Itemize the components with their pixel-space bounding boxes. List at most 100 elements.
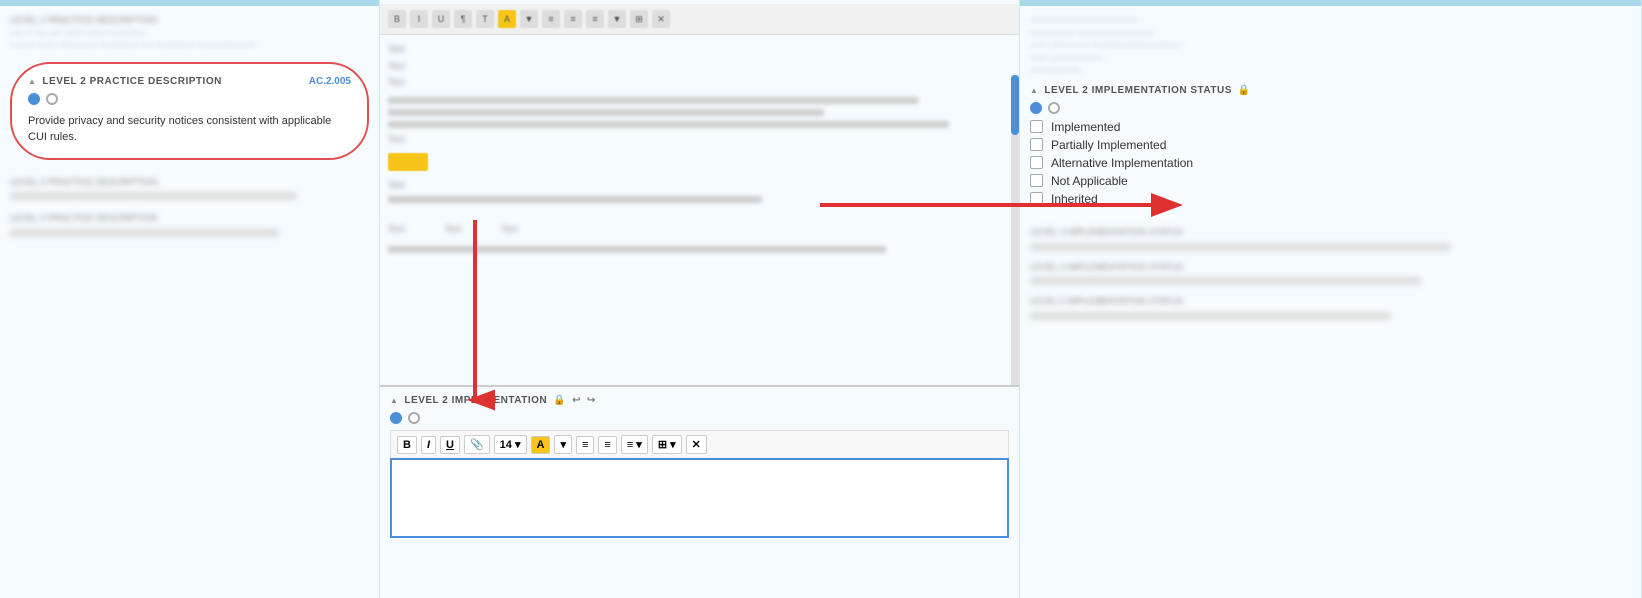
toolbar-btn-dropdown2[interactable]: ▼	[608, 10, 626, 28]
toolbar-btn-dropdown1[interactable]: ▼	[520, 10, 538, 28]
impl-section-label: LEVEL 2 IMPLEMENTATION	[404, 395, 547, 406]
toolbar-btn-p[interactable]: ¶	[454, 10, 472, 28]
blurred-level4-right-block	[1030, 277, 1421, 285]
impl-status-header: ▲ LEVEL 2 IMPLEMENTATION STATUS 🔒	[1030, 85, 1631, 96]
practice-description-text: Provide privacy and security notices con…	[28, 113, 351, 146]
practice-id-link[interactable]: AC.2.005	[309, 76, 351, 87]
scroll-bar[interactable]	[1011, 75, 1019, 385]
toolbar-btn-highlight[interactable]: A	[498, 10, 516, 28]
impl-status-label: LEVEL 2 IMPLEMENTATION STATUS	[1044, 85, 1231, 96]
checkbox-inherited-box[interactable]	[1030, 192, 1043, 205]
impl-status-lock-icon: 🔒	[1238, 85, 1251, 96]
editor-toolbar: B I U ¶ T A ▼ ≡ ≡ ≡ ▼ ⊞ ✕	[380, 4, 1019, 35]
blurred-level3-right: LEVEL 3 IMPLEMENTATION STATUS	[1030, 226, 1631, 239]
editor-line-3: Text	[388, 76, 1011, 89]
toolbar-btn-t[interactable]: T	[476, 10, 494, 28]
impl-radio-filled[interactable]	[390, 412, 402, 424]
highlight-mark	[388, 153, 428, 171]
editor-blur-3	[388, 121, 949, 128]
blurred-level3-label: LEVEL 3 PRACTICE DESCRIPTION	[10, 176, 369, 189]
chevron-icon: ▲	[28, 77, 36, 86]
checkbox-partially: Partially Implemented	[1030, 138, 1631, 152]
checkbox-inherited: Inherited	[1030, 192, 1631, 206]
middle-panel: B I U ¶ T A ▼ ≡ ≡ ≡ ▼ ⊞ ✕ Text Text Text…	[380, 0, 1020, 598]
impl-radio-group	[390, 412, 1009, 424]
checkbox-inherited-label: Inherited	[1051, 192, 1098, 206]
lock-icon: 🔒	[553, 395, 566, 406]
blurred-level4-label: LEVEL 4 PRACTICE DESCRIPTION	[10, 212, 369, 225]
checkbox-alternative-label: Alternative Implementation	[1051, 156, 1193, 170]
blurred-level3-block	[10, 192, 297, 200]
impl-status-chevron: ▲	[1030, 86, 1038, 95]
scroll-thumb[interactable]	[1011, 75, 1019, 135]
impl-radio-empty[interactable]	[408, 412, 420, 424]
redo-icon[interactable]: ↪	[587, 395, 596, 406]
checkbox-implemented-label: Implemented	[1051, 120, 1120, 134]
left-panel-header-bar	[0, 0, 379, 6]
impl-btn-clip[interactable]: 📎	[464, 435, 490, 454]
checkbox-implemented-box[interactable]	[1030, 120, 1043, 133]
blurred-top-right: ───────────────── ─────── ──────────── ─…	[1030, 14, 1631, 77]
toolbar-btn-i[interactable]: I	[410, 10, 428, 28]
blurred-level4-right: LEVEL 4 IMPLEMENTATION STATUS	[1030, 261, 1631, 274]
editor-content-area[interactable]: Text Text Text Text Text Text Text Text	[380, 35, 1019, 385]
toolbar-btn-b[interactable]: B	[388, 10, 406, 28]
impl-status-section: ▲ LEVEL 2 IMPLEMENTATION STATUS 🔒 Implem…	[1030, 85, 1631, 206]
toolbar-btn-clear[interactable]: ✕	[652, 10, 670, 28]
editor-col-2: Text	[445, 223, 462, 236]
impl-status-radio-group	[1030, 102, 1631, 114]
impl-btn-table[interactable]: ⊞ ▾	[652, 435, 682, 454]
checkbox-partially-label: Partially Implemented	[1051, 138, 1166, 152]
impl-status-radio-filled[interactable]	[1030, 102, 1042, 114]
impl-btn-clear[interactable]: ✕	[686, 435, 707, 454]
editor-blur-1	[388, 97, 918, 104]
toolbar-btn-u[interactable]: U	[432, 10, 450, 28]
toolbar-btn-align[interactable]: ≡	[586, 10, 604, 28]
radio-filled-icon[interactable]	[28, 93, 40, 105]
checkbox-alternative: Alternative Implementation	[1030, 156, 1631, 170]
impl-editor-toolbar: B I U 📎 14 ▾ A ▾ ≡ ≡ ≡ ▾ ⊞ ▾ ✕	[390, 430, 1009, 458]
editor-line-blurred: Text	[388, 179, 1011, 192]
impl-btn-ul[interactable]: ≡	[576, 436, 594, 454]
toolbar-btn-ul[interactable]: ≡	[542, 10, 560, 28]
impl-btn-i[interactable]: I	[421, 436, 436, 454]
editor-col-3: Text	[501, 223, 518, 236]
impl-section-header: ▲ LEVEL 2 IMPLEMENTATION 🔒 ↩ ↪	[390, 395, 1009, 406]
right-panel-header-bar	[1020, 0, 1641, 6]
radio-empty-icon[interactable]	[46, 93, 58, 105]
checkbox-implemented: Implemented	[1030, 120, 1631, 134]
editor-col-1: Text	[388, 223, 405, 236]
blurred-level4-block	[10, 229, 279, 237]
checkbox-not-applicable-box[interactable]	[1030, 174, 1043, 187]
editor-line-1: Text	[388, 43, 1011, 56]
blurred-top-left: LEVEL 2 PRACTICE DESCRIPTION ── ─ ── ── …	[10, 14, 369, 52]
editor-blur-4	[388, 196, 762, 203]
toolbar-btn-ol[interactable]: ≡	[564, 10, 582, 28]
impl-status-radio-empty[interactable]	[1048, 102, 1060, 114]
impl-btn-color[interactable]: A	[531, 436, 551, 454]
practice-desc-header: ▲ LEVEL 2 PRACTICE DESCRIPTION	[28, 76, 351, 87]
toolbar-btn-table[interactable]: ⊞	[630, 10, 648, 28]
checkbox-not-applicable-label: Not Applicable	[1051, 174, 1128, 188]
impl-btn-color-dd[interactable]: ▾	[554, 435, 572, 454]
practice-radio-group: AC.2.005	[28, 93, 351, 105]
impl-chevron-icon: ▲	[390, 396, 398, 405]
impl-btn-size[interactable]: 14 ▾	[494, 435, 527, 454]
blurred-level3-right-block	[1030, 243, 1451, 251]
impl-btn-align[interactable]: ≡ ▾	[621, 435, 648, 454]
checkbox-partially-box[interactable]	[1030, 138, 1043, 151]
editor-blur-5	[388, 246, 886, 253]
checkbox-not-applicable: Not Applicable	[1030, 174, 1631, 188]
left-panel: LEVEL 2 PRACTICE DESCRIPTION ── ─ ── ── …	[0, 0, 380, 598]
level2-impl-section: ▲ LEVEL 2 IMPLEMENTATION 🔒 ↩ ↪ B I U 📎 1…	[380, 385, 1019, 546]
blurred-level5-right-block	[1030, 312, 1391, 320]
impl-btn-ol[interactable]: ≡	[598, 436, 616, 454]
checkbox-alternative-box[interactable]	[1030, 156, 1043, 169]
impl-btn-b[interactable]: B	[397, 436, 417, 454]
impl-btn-u[interactable]: U	[440, 436, 460, 454]
editor-line-2: Text	[388, 60, 1011, 73]
right-panel: ───────────────── ─────── ──────────── ─…	[1020, 0, 1642, 598]
practice-desc-label: LEVEL 2 PRACTICE DESCRIPTION	[42, 76, 221, 87]
impl-editor-area[interactable]	[390, 458, 1009, 538]
undo-icon[interactable]: ↩	[572, 395, 581, 406]
